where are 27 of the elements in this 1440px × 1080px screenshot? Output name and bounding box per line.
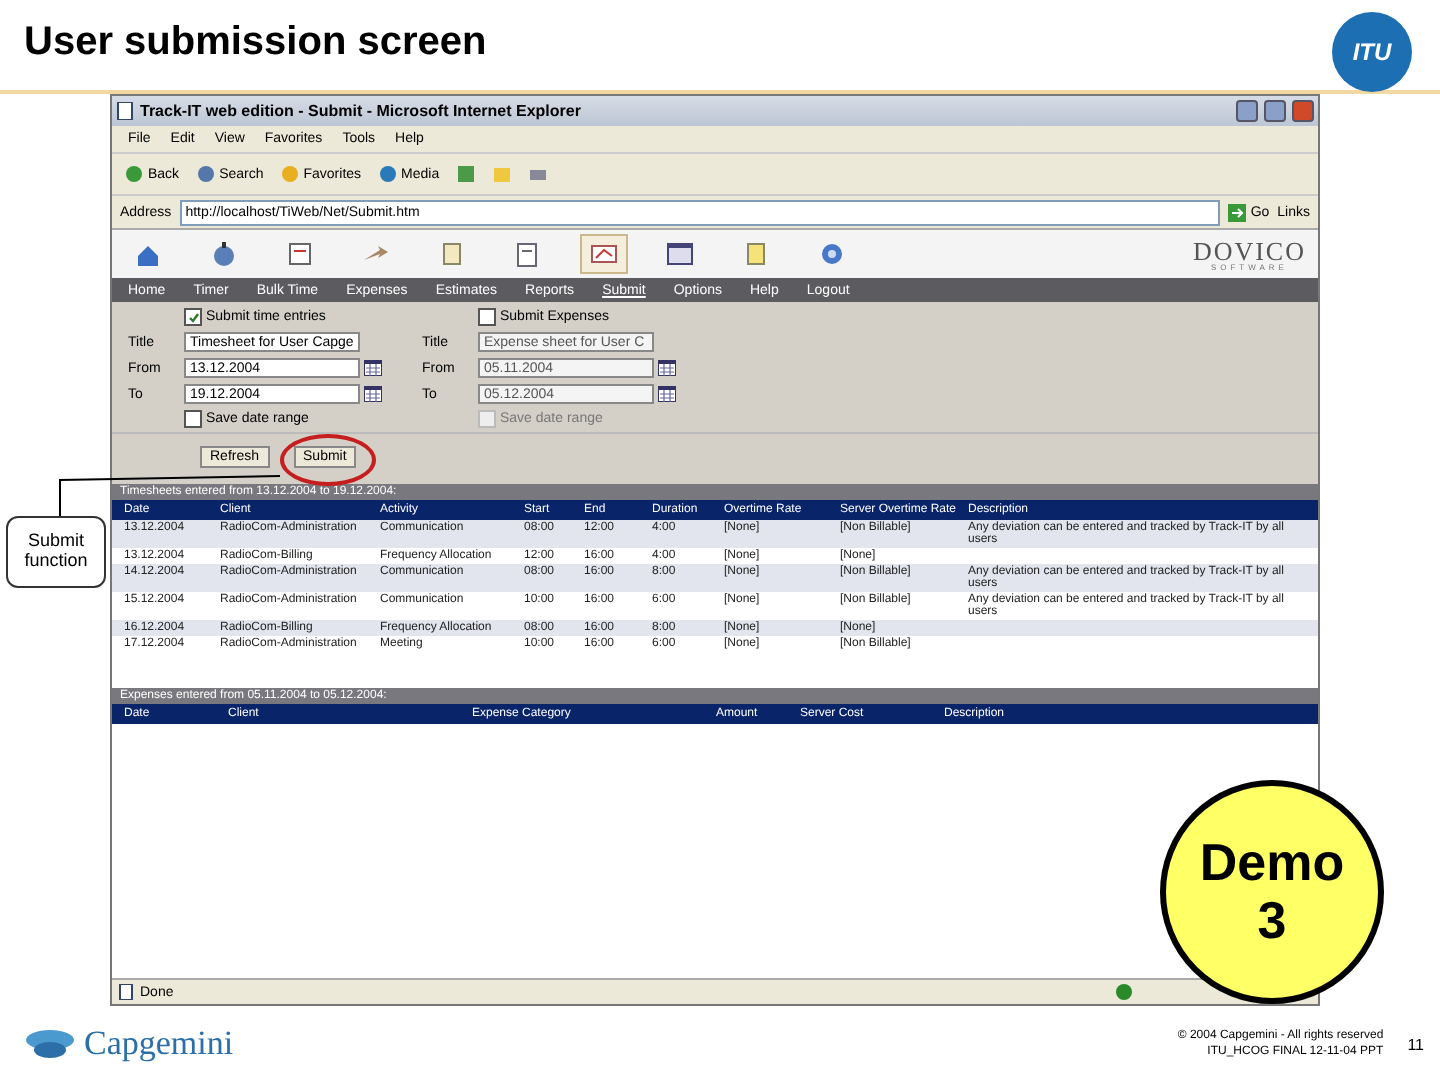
checkbox[interactable] [184, 410, 202, 428]
page-number: 11 [1407, 1035, 1424, 1053]
shield-icon [1116, 984, 1132, 1000]
circle-icon [124, 164, 144, 184]
checkbox[interactable] [184, 308, 202, 326]
callout: Submit function [6, 516, 106, 588]
calendar-icon[interactable] [364, 360, 382, 376]
close-button[interactable] [1292, 100, 1314, 122]
toolbar-icon[interactable] [580, 234, 628, 274]
minimize-button[interactable] [1236, 100, 1258, 122]
slide-title: User submission screen [24, 20, 487, 66]
swirl-icon [24, 1026, 76, 1062]
circle-icon [377, 164, 398, 184]
page-icon [118, 984, 134, 1000]
checkbox[interactable] [478, 308, 496, 326]
refresh-icon[interactable] [455, 164, 476, 184]
company-logo: Capgemini [84, 1024, 234, 1064]
restore-button[interactable] [1264, 100, 1286, 122]
circle-icon [279, 164, 300, 184]
page-icon [116, 102, 134, 120]
window-title: Track-IT web edition - Submit - Microsoft Internet Explorer [140, 102, 583, 120]
circle-icon [195, 164, 216, 184]
itu-logo: ITU [1332, 12, 1412, 92]
calendar-icon[interactable] [658, 360, 676, 376]
calendar-icon[interactable] [364, 386, 382, 402]
calendar-icon[interactable] [658, 386, 676, 402]
print-icon[interactable] [527, 164, 548, 184]
